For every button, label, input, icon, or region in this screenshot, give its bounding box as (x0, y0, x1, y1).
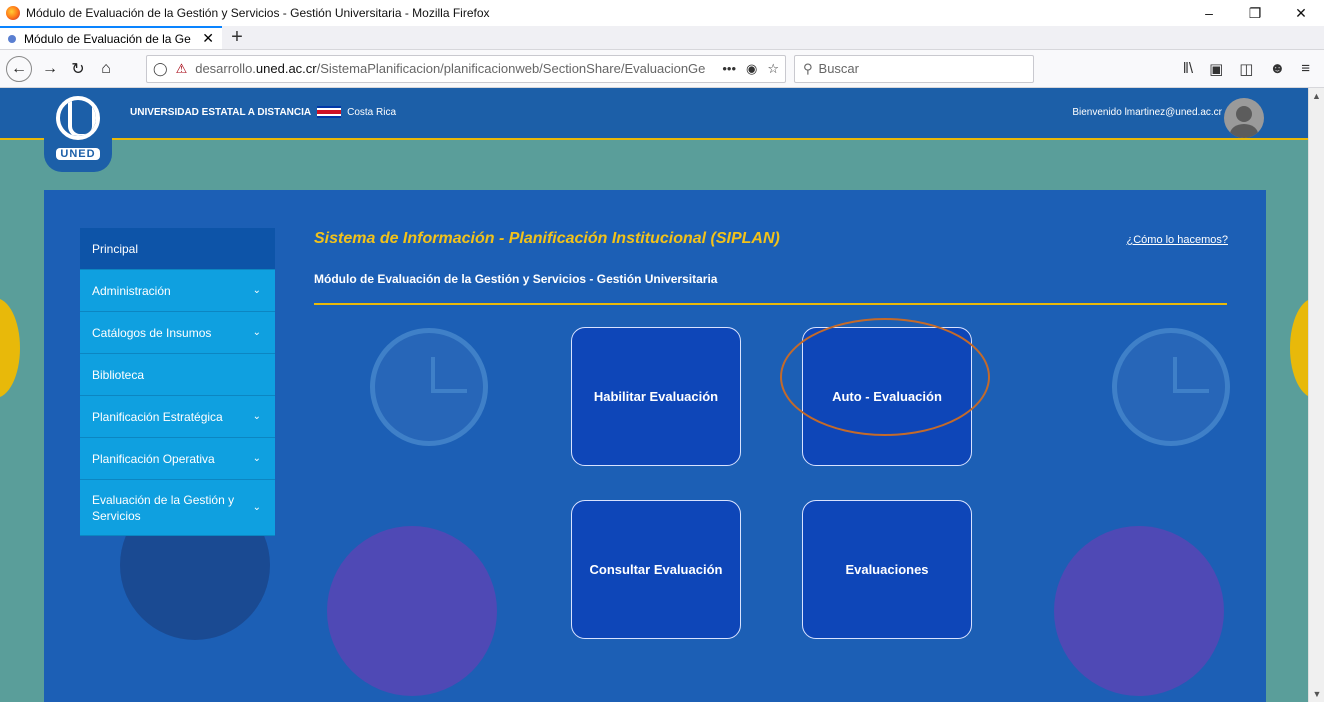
costa-rica-flag-icon (317, 106, 342, 118)
divider (314, 303, 1227, 305)
page-title: Sistema de Información - Planificación I… (314, 230, 780, 247)
uned-logo[interactable]: UNED (44, 92, 112, 172)
scroll-up-icon[interactable]: ▲ (1309, 88, 1324, 104)
shield-icon[interactable]: ◯ (153, 61, 168, 77)
sidebar-item-principal[interactable]: Principal (80, 228, 275, 270)
window-titlebar: Módulo de Evaluación de la Gestión y Ser… (0, 0, 1324, 26)
page-actions-icon[interactable]: ••• (722, 61, 736, 77)
help-link[interactable]: ¿Cómo lo hacemos? (1127, 234, 1229, 246)
clock-decoration-icon (1112, 328, 1230, 446)
account-icon[interactable]: ☻ (1269, 60, 1285, 78)
module-subtitle: Módulo de Evaluación de la Gestión y Ser… (314, 272, 718, 286)
sidebar-item-catalogos[interactable]: Catálogos de Insumos ⌄ (80, 312, 275, 354)
uned-logo-icon (56, 96, 100, 140)
university-name: UNIVERSIDAD ESTATAL A DISTANCIA Costa Ri… (130, 106, 397, 118)
background-decoration (1290, 298, 1308, 398)
url-text[interactable]: desarrollo.uned.ac.cr/SistemaPlanificaci… (195, 61, 716, 76)
firefox-icon (6, 6, 20, 20)
sidebar-item-evaluacion[interactable]: Evaluación de la Gestión y Servicios ⌄ (80, 480, 275, 536)
search-input[interactable]: ⚲ Buscar (794, 54, 1034, 83)
gear-decoration-icon (1054, 526, 1224, 696)
page-scrollbar[interactable]: ▲ ▼ (1308, 88, 1324, 702)
avatar[interactable] (1224, 98, 1264, 138)
back-button[interactable]: ← (6, 55, 32, 82)
scroll-down-icon[interactable]: ▼ (1309, 686, 1324, 702)
search-icon: ⚲ (803, 60, 813, 76)
welcome-text: Bienvenido lmartinez@uned.ac.cr (1072, 107, 1222, 118)
insecure-lock-icon[interactable]: ⚠ (176, 61, 188, 77)
url-actions: ••• ◉ ☆ (722, 61, 779, 77)
bookmark-star-icon[interactable]: ☆ (767, 61, 779, 77)
chevron-down-icon: ⌄ (252, 453, 261, 464)
restore-icon[interactable]: ❐ (1232, 5, 1278, 22)
window-controls: – ❐ ✕ (1186, 5, 1324, 22)
home-button[interactable]: ⌂ (92, 55, 120, 83)
chevron-down-icon: ⌄ (252, 327, 261, 338)
sidebar-item-planificacion-estrategica[interactable]: Planificación Estratégica ⌄ (80, 396, 275, 438)
new-tab-button[interactable]: + (222, 26, 252, 49)
tab-favicon-icon (8, 34, 16, 43)
minimize-icon[interactable]: – (1186, 5, 1232, 22)
close-window-icon[interactable]: ✕ (1278, 5, 1324, 22)
url-bar[interactable]: ◯ ⚠ desarrollo.uned.ac.cr/SistemaPlanifi… (146, 54, 786, 83)
chevron-down-icon: ⌄ (252, 411, 261, 422)
highlight-ring (780, 318, 990, 436)
toolbar-icons: ‖\ ▣ ◫ ☻ ≡ (1183, 60, 1318, 78)
forward-button[interactable]: → (36, 55, 64, 83)
close-tab-icon[interactable]: ✕ (202, 30, 214, 47)
chevron-down-icon: ⌄ (252, 502, 261, 513)
window-title: Módulo de Evaluación de la Gestión y Ser… (26, 6, 490, 20)
background-decoration (0, 298, 20, 398)
sidebar-menu: Principal Administración ⌄ Catálogos de … (80, 228, 275, 536)
evaluaciones-button[interactable]: Evaluaciones (802, 500, 972, 639)
consultar-evaluacion-button[interactable]: Consultar Evaluación (571, 500, 741, 639)
sidebar-item-planificacion-operativa[interactable]: Planificación Operativa ⌄ (80, 438, 275, 480)
chevron-down-icon: ⌄ (252, 285, 261, 296)
menu-icon[interactable]: ≡ (1301, 60, 1310, 78)
tab-strip: Módulo de Evaluación de la Ge ✕ + (0, 26, 1324, 50)
main-panel: Principal Administración ⌄ Catálogos de … (44, 190, 1266, 702)
clock-decoration-icon (370, 328, 488, 446)
sidebar-item-administracion[interactable]: Administración ⌄ (80, 270, 275, 312)
sidebar-toggle-icon[interactable]: ◫ (1239, 60, 1253, 78)
sidebar-item-biblioteca[interactable]: Biblioteca (80, 354, 275, 396)
site-header: UNIVERSIDAD ESTATAL A DISTANCIA Costa Ri… (0, 88, 1308, 140)
country-label: Costa Rica (347, 106, 397, 118)
habilitar-evaluacion-button[interactable]: Habilitar Evaluación (571, 327, 741, 466)
tab-title: Módulo de Evaluación de la Ge (24, 31, 191, 46)
page-content: UNIVERSIDAD ESTATAL A DISTANCIA Costa Ri… (0, 88, 1308, 702)
reload-button[interactable]: ↻ (64, 55, 92, 83)
search-placeholder: Buscar (818, 61, 859, 76)
pocket-icon[interactable]: ◉ (746, 61, 757, 77)
library-icon[interactable]: ‖\ (1183, 60, 1193, 78)
pocket-toolbar-icon[interactable]: ▣ (1209, 60, 1223, 78)
gear-decoration-icon (327, 526, 497, 696)
browser-tab[interactable]: Módulo de Evaluación de la Ge ✕ (0, 26, 222, 49)
navigation-bar: ← → ↻ ⌂ ◯ ⚠ desarrollo.uned.ac.cr/Sistem… (0, 50, 1324, 88)
logo-text: UNED (56, 148, 100, 160)
